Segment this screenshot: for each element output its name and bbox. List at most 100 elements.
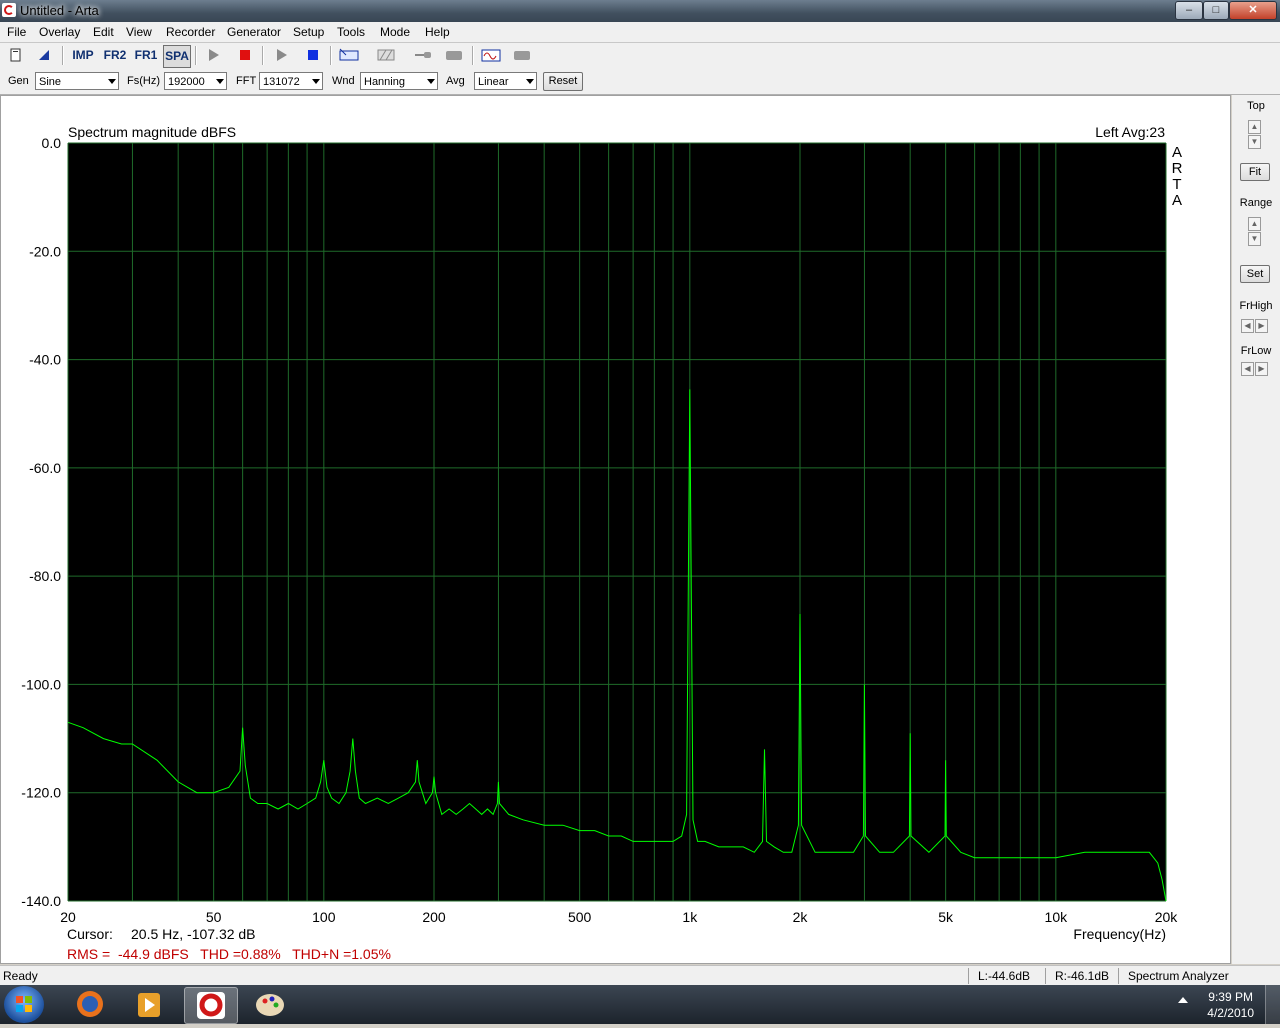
- chevron-down-icon: [526, 79, 534, 84]
- frlow-left-arrow-icon[interactable]: ◀: [1241, 362, 1254, 376]
- minimize-button[interactable]: –: [1175, 1, 1203, 20]
- averaging-value: Linear: [478, 76, 509, 88]
- frlow-label: FrLow: [1240, 345, 1272, 357]
- range-label: Range: [1239, 197, 1273, 209]
- chart-title: Spectrum magnitude dBFS: [68, 124, 236, 140]
- menu-mode[interactable]: Mode: [380, 25, 410, 39]
- clock-date: 4/2/2010: [1207, 1006, 1254, 1020]
- system-clock[interactable]: 9:39 PM 4/2/2010: [1207, 989, 1254, 1021]
- spectrum-chart[interactable]: Spectrum magnitude dBFS Left Avg:23 0.0 -…: [1, 96, 1230, 963]
- generator-stop-icon[interactable]: [302, 45, 324, 66]
- range-down-arrow-icon[interactable]: ▼: [1248, 232, 1261, 246]
- menu-generator[interactable]: Generator: [227, 25, 281, 39]
- play-icon[interactable]: [202, 45, 224, 66]
- frhigh-right-arrow-icon[interactable]: ▶: [1255, 319, 1268, 333]
- status-divider: [968, 968, 969, 984]
- abc-markers-icon[interactable]: [338, 45, 360, 66]
- close-button[interactable]: ✕: [1229, 1, 1277, 20]
- menu-help[interactable]: Help: [425, 25, 450, 39]
- stop-icon[interactable]: [234, 45, 256, 66]
- status-divider: [1118, 968, 1119, 984]
- arta-app-icon: [2, 3, 16, 17]
- set-button[interactable]: Set: [1240, 265, 1270, 283]
- fft-size-select[interactable]: 131072: [259, 72, 323, 90]
- media-player-icon: [138, 993, 160, 1017]
- y-tick-label: -100.0: [21, 676, 61, 692]
- analyzer-mode: Spectrum Analyzer: [1128, 969, 1229, 983]
- firefox-icon: [77, 991, 103, 1017]
- firefox-taskbar-button[interactable]: [64, 987, 116, 1022]
- toolbar-separator: [262, 46, 264, 65]
- maximize-button[interactable]: □: [1203, 1, 1229, 20]
- toolbar: IMP FR2 FR1 SPA: [0, 43, 1280, 69]
- top-down-arrow-icon[interactable]: ▼: [1248, 135, 1261, 149]
- frhigh-left-arrow-icon[interactable]: ◀: [1241, 319, 1254, 333]
- show-desktop-button[interactable]: [1265, 985, 1280, 1024]
- x-tick-label: 10k: [1045, 909, 1069, 925]
- y-tick-label: -120.0: [21, 785, 61, 801]
- y-tick-label: -20.0: [29, 243, 61, 259]
- sample-rate-value: 192000: [168, 76, 205, 88]
- paint-taskbar-button[interactable]: [244, 987, 296, 1022]
- meter-icon[interactable]: [511, 45, 533, 66]
- y-tick-label: -140.0: [21, 893, 61, 909]
- arta-watermark-letter: T: [1172, 176, 1181, 193]
- frlow-right-arrow-icon[interactable]: ▶: [1255, 362, 1268, 376]
- paint-palette-icon: [256, 994, 284, 1016]
- open-file-icon[interactable]: [33, 45, 55, 66]
- cursor-value: 20.5 Hz, -107.32 dB: [131, 926, 256, 942]
- menu-edit[interactable]: Edit: [93, 25, 114, 39]
- menu-setup[interactable]: Setup: [293, 25, 324, 39]
- plot-area[interactable]: [68, 143, 1166, 901]
- chevron-down-icon: [216, 79, 224, 84]
- sample-rate-select[interactable]: 192000: [164, 72, 227, 90]
- range-up-arrow-icon[interactable]: ▲: [1248, 217, 1261, 231]
- menu-view[interactable]: View: [126, 25, 152, 39]
- generator-play-icon[interactable]: [270, 45, 292, 66]
- x-tick-label: 2k: [793, 909, 809, 925]
- status-bar: Ready L:-44.6dB R:-46.1dB Spectrum Analy…: [0, 965, 1280, 986]
- menu-bar: File Overlay Edit View Recorder Generato…: [0, 22, 1280, 43]
- spa-mode-button[interactable]: SPA: [163, 45, 191, 68]
- chevron-down-icon: [108, 79, 116, 84]
- new-file-icon[interactable]: [5, 45, 27, 66]
- menu-tools[interactable]: Tools: [337, 25, 365, 39]
- status-divider: [1045, 968, 1046, 984]
- channel-average-label: Left Avg:23: [1095, 124, 1165, 140]
- fit-button[interactable]: Fit: [1240, 163, 1270, 181]
- window-title: Untitled - Arta: [20, 3, 99, 18]
- reset-button[interactable]: Reset: [543, 72, 583, 91]
- fr2-mode-button[interactable]: FR2: [102, 45, 128, 66]
- cursor-label: Cursor:: [67, 926, 113, 942]
- imp-mode-button[interactable]: IMP: [70, 45, 96, 66]
- tray-expand-icon[interactable]: [1178, 997, 1188, 1003]
- right-channel-level: R:-46.1dB: [1055, 969, 1110, 983]
- x-tick-label: 20k: [1155, 909, 1179, 925]
- signal-generator-icon[interactable]: [480, 45, 502, 66]
- chevron-down-icon: [312, 79, 320, 84]
- window-select[interactable]: Hanning: [360, 72, 438, 90]
- x-tick-label: 500: [568, 909, 592, 925]
- top-up-arrow-icon[interactable]: ▲: [1248, 120, 1261, 134]
- y-tick-label: 0.0: [42, 135, 62, 151]
- start-button[interactable]: [4, 986, 44, 1023]
- generator-select[interactable]: Sine: [35, 72, 119, 90]
- probe-icon[interactable]: [412, 45, 434, 66]
- taskbar: 9:39 PM 4/2/2010: [0, 985, 1280, 1024]
- arta-taskbar-button[interactable]: [184, 987, 238, 1024]
- menu-overlay[interactable]: Overlay: [39, 25, 80, 39]
- y-tick-label: -60.0: [29, 460, 61, 476]
- right-control-panel: Top ▲ ▼ Fit Range ▲ ▼ Set FrHigh ◀ ▶ FrL…: [1232, 95, 1280, 964]
- arta-watermark-letter: R: [1172, 160, 1183, 177]
- hatch-tool-icon[interactable]: [375, 45, 397, 66]
- averaging-select[interactable]: Linear: [474, 72, 537, 90]
- menu-recorder[interactable]: Recorder: [166, 25, 215, 39]
- menu-file[interactable]: File: [7, 25, 26, 39]
- y-tick-label: -80.0: [29, 568, 61, 584]
- toolbar-separator: [195, 46, 197, 65]
- fr1-mode-button[interactable]: FR1: [133, 45, 159, 66]
- x-tick-label: 20: [60, 909, 76, 925]
- scope-icon[interactable]: [443, 45, 465, 66]
- clock-time: 9:39 PM: [1208, 990, 1253, 1004]
- media-player-taskbar-button[interactable]: [123, 987, 175, 1022]
